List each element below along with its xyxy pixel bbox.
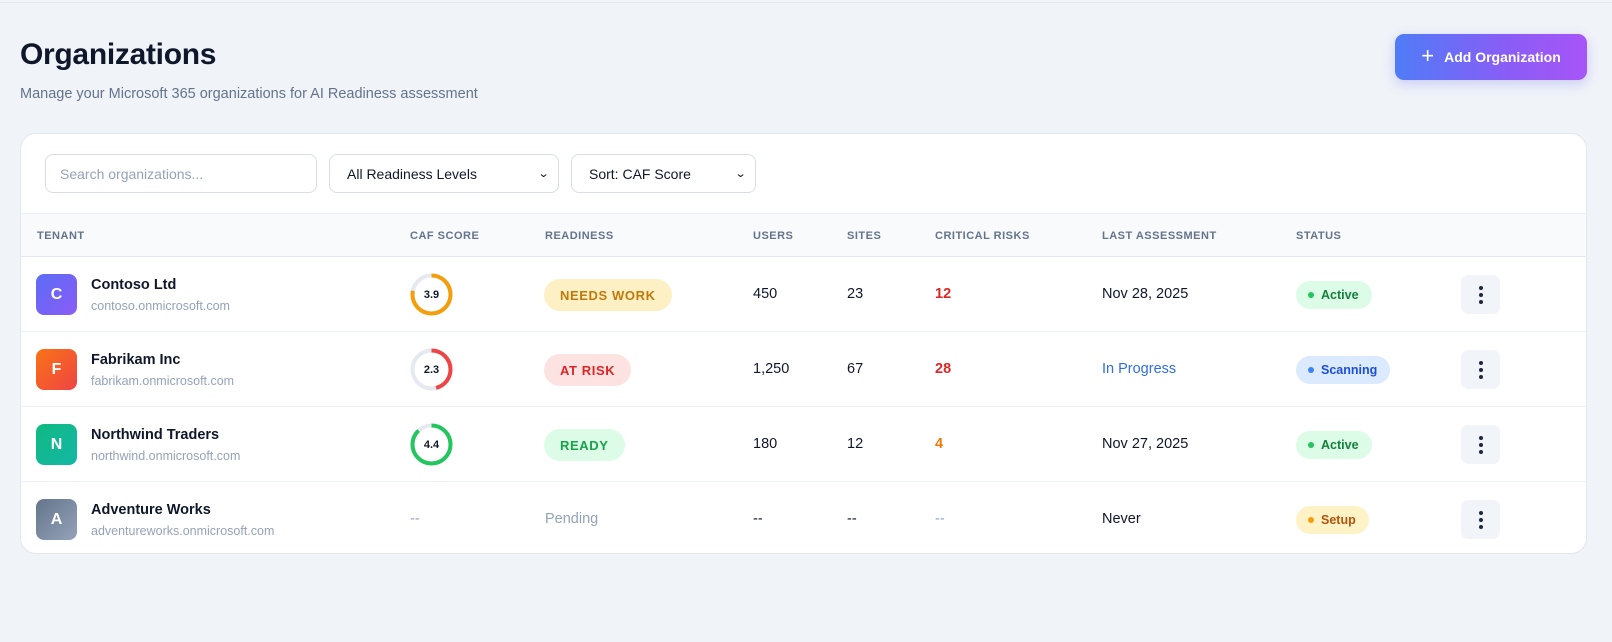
chevron-down-icon: ⌄ (734, 168, 747, 180)
status-dot-icon (1308, 367, 1314, 373)
column-header-readiness[interactable]: READINESS (545, 230, 614, 242)
column-header-status[interactable]: STATUS (1296, 230, 1341, 242)
caf-score-ring: 2.3 (409, 347, 454, 392)
status-label: Scanning (1321, 363, 1378, 377)
critical-risks-count: 12 (935, 286, 952, 302)
row-actions-button[interactable] (1461, 425, 1500, 464)
column-header-last-assessment[interactable]: LAST ASSESSMENT (1102, 230, 1217, 242)
row-actions-button[interactable] (1461, 275, 1500, 314)
organizations-card: All Readiness Levels ⌄ Sort: CAF Score ⌄… (20, 133, 1587, 554)
sites-count: 12 (847, 436, 864, 452)
avatar: F (36, 349, 77, 390)
chevron-down-icon: ⌄ (537, 168, 550, 180)
avatar-initial: A (50, 510, 63, 528)
tenant-name[interactable]: Adventure Works (91, 502, 211, 518)
column-header-tenant[interactable]: TENANT (37, 230, 85, 242)
status-dot-icon (1308, 292, 1314, 298)
tenant-domain: northwind.onmicrosoft.com (91, 449, 241, 463)
caf-score-value: -- (410, 511, 420, 527)
avatar-initial: F (51, 360, 62, 378)
readiness-filter-value: All Readiness Levels (347, 165, 477, 182)
tenant-domain: adventureworks.onmicrosoft.com (91, 524, 275, 538)
page-subtitle: Manage your Microsoft 365 organizations … (20, 86, 478, 102)
last-assessment: Nov 28, 2025 (1102, 286, 1189, 302)
table-row[interactable]: A Adventure Works adventureworks.onmicro… (21, 482, 1586, 553)
tenant-domain: fabrikam.onmicrosoft.com (91, 374, 235, 388)
last-assessment: Never (1102, 511, 1141, 527)
status-label: Active (1321, 438, 1359, 452)
users-count: -- (753, 511, 763, 527)
avatar: A (36, 499, 77, 540)
last-assessment: Nov 27, 2025 (1102, 436, 1189, 452)
critical-risks-count: 28 (935, 361, 952, 377)
sites-count: 23 (847, 286, 864, 302)
row-actions-button[interactable] (1461, 500, 1500, 539)
users-count: 450 (753, 286, 778, 302)
critical-risks-count: 4 (935, 436, 944, 452)
caf-score-value: 2.3 (423, 363, 440, 376)
tenant-name[interactable]: Fabrikam Inc (91, 352, 180, 368)
plus-icon: + (1421, 43, 1435, 68)
table-row[interactable]: N Northwind Traders northwind.onmicrosof… (21, 407, 1586, 482)
sites-count: -- (847, 511, 857, 527)
critical-risks-count: -- (935, 511, 945, 527)
sort-select[interactable]: Sort: CAF Score ⌄ (571, 154, 756, 193)
sites-count: 67 (847, 361, 864, 377)
readiness-badge: AT RISK (544, 354, 632, 386)
status-dot-icon (1308, 517, 1314, 523)
filter-bar: All Readiness Levels ⌄ Sort: CAF Score ⌄ (21, 134, 1586, 213)
status-label: Setup (1321, 513, 1356, 527)
add-organization-label: Add Organization (1444, 49, 1561, 65)
table-row[interactable]: F Fabrikam Inc fabrikam.onmicrosoft.com … (21, 332, 1586, 407)
tenant-domain: contoso.onmicrosoft.com (91, 299, 230, 313)
caf-score-value: 3.9 (423, 288, 440, 301)
avatar: C (36, 274, 77, 315)
search-input[interactable] (45, 154, 317, 193)
tenant-name[interactable]: Northwind Traders (91, 427, 219, 443)
readiness-badge: READY (544, 429, 625, 461)
status-badge: Setup (1296, 506, 1369, 534)
more-vertical-icon (1478, 285, 1483, 304)
column-header-sites[interactable]: SITES (847, 230, 881, 242)
readiness-filter-select[interactable]: All Readiness Levels ⌄ (329, 154, 559, 193)
caf-score-value: 4.4 (423, 438, 440, 451)
table-row[interactable]: C Contoso Ltd contoso.onmicrosoft.com 3.… (21, 257, 1586, 332)
row-actions-button[interactable] (1461, 350, 1500, 389)
tenant-name[interactable]: Contoso Ltd (91, 277, 176, 293)
status-badge: Active (1296, 281, 1372, 309)
caf-score-ring: 4.4 (409, 422, 454, 467)
last-assessment: In Progress (1102, 361, 1177, 377)
avatar-initial: C (50, 285, 63, 303)
users-count: 180 (753, 436, 778, 452)
caf-score-ring: 3.9 (409, 272, 454, 317)
status-badge: Active (1296, 431, 1372, 459)
table-header: TENANT CAF SCORE READINESS USERS SITES C… (21, 213, 1586, 257)
sort-value: Sort: CAF Score (589, 165, 691, 182)
more-vertical-icon (1478, 435, 1483, 454)
status-dot-icon (1308, 442, 1314, 448)
top-border (0, 0, 1612, 3)
column-header-critical-risks[interactable]: CRITICAL RISKS (935, 230, 1030, 242)
avatar-initial: N (50, 435, 63, 453)
more-vertical-icon (1478, 510, 1483, 529)
users-count: 1,250 (753, 361, 790, 377)
readiness-text: Pending (545, 511, 599, 527)
add-organization-button[interactable]: + Add Organization (1395, 34, 1587, 80)
column-header-caf-score[interactable]: CAF SCORE (410, 230, 479, 242)
page-title: Organizations (20, 38, 217, 71)
readiness-badge: NEEDS WORK (544, 279, 672, 311)
avatar: N (36, 424, 77, 465)
more-vertical-icon (1478, 360, 1483, 379)
status-badge: Scanning (1296, 356, 1391, 384)
column-header-users[interactable]: USERS (753, 230, 793, 242)
status-label: Active (1321, 288, 1359, 302)
